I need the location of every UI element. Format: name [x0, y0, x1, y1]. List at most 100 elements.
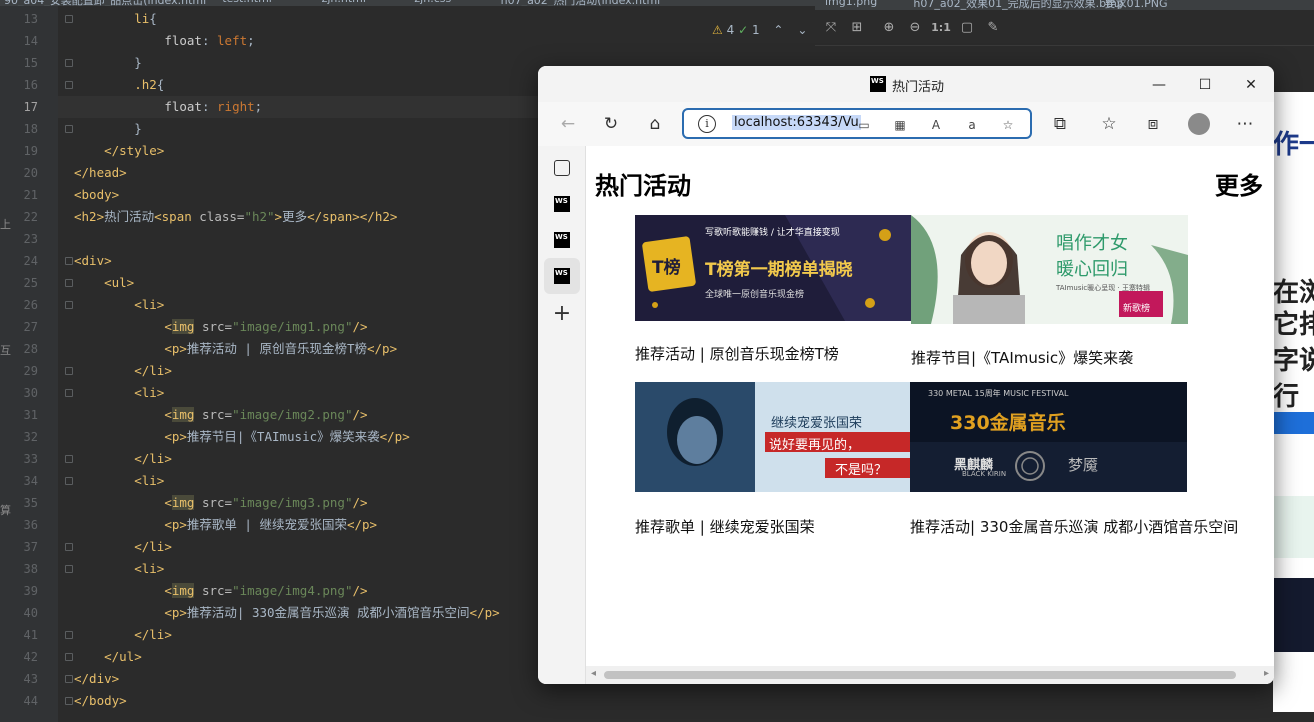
translate-icon[interactable]: a	[962, 115, 982, 135]
profile-avatar[interactable]	[1185, 110, 1213, 138]
code-line[interactable]: <img src="image/img3.png"/>	[74, 492, 368, 514]
fold-marker[interactable]	[65, 543, 73, 551]
line-number: 43	[23, 672, 38, 686]
extensions-icon[interactable]: ⧉	[1046, 110, 1074, 138]
banner-text: 说好要再见的，	[769, 438, 861, 453]
code-line[interactable]: <img src="image/img4.png"/>	[74, 580, 368, 602]
horizontal-scrollbar[interactable]: ◂ ▸	[586, 666, 1274, 684]
color-picker-icon[interactable]: ✎	[983, 18, 1003, 38]
code-line[interactable]: </li>	[74, 536, 172, 558]
code-line[interactable]: float: left;	[74, 30, 254, 52]
code-line[interactable]: }	[74, 118, 142, 140]
fold-marker[interactable]	[65, 477, 73, 485]
code-line[interactable]: <p>推荐活动 | 原创音乐现金榜T榜</p>	[74, 338, 397, 360]
favorites-icon[interactable]: ☆	[1095, 110, 1123, 138]
app-available-icon[interactable]: ▭	[854, 115, 874, 135]
chessboard-icon[interactable]: ▢	[957, 18, 977, 38]
fold-marker[interactable]	[65, 367, 73, 375]
code-line[interactable]: <p>推荐歌单 | 继续宠爱张国荣</p>	[74, 514, 377, 536]
actual-size-button[interactable]: 1:1	[931, 18, 951, 38]
fold-marker[interactable]	[65, 257, 73, 265]
zoom-out-icon[interactable]: ⊖	[905, 18, 925, 38]
browser-title-bar[interactable]: WS 热门活动 — ☐ ✕	[538, 66, 1274, 102]
viewer-tab[interactable]: img1.png	[825, 0, 877, 9]
info-icon[interactable]: i	[698, 115, 716, 133]
scrollbar-thumb[interactable]	[604, 671, 1236, 679]
next-highlight-button[interactable]: ⌄	[797, 23, 807, 37]
fold-marker[interactable]	[65, 59, 73, 67]
line-number: 25	[23, 276, 38, 290]
page-viewport: 热门活动 更多 T榜 写歌听歌能赚钱 / 让才华直接变现 T榜第一期榜单揭晓 全…	[586, 146, 1274, 684]
url-input[interactable]: localhost:63343/Vu	[732, 115, 861, 130]
scroll-right-icon[interactable]: ▸	[1264, 668, 1269, 679]
address-bar[interactable]: i localhost:63343/Vu ▭ ▦ A a ☆	[682, 108, 1032, 139]
code-line[interactable]: </ul>	[74, 646, 142, 668]
fold-marker[interactable]	[65, 301, 73, 309]
code-line[interactable]: </style>	[74, 140, 164, 162]
line-number: 19	[23, 144, 38, 158]
minimize-button[interactable]: —	[1136, 72, 1182, 98]
code-line[interactable]: <ul>	[74, 272, 134, 294]
more-link[interactable]: 更多	[1215, 166, 1263, 201]
code-line[interactable]: </li>	[74, 624, 172, 646]
fold-marker[interactable]	[65, 653, 73, 661]
fold-marker[interactable]	[65, 565, 73, 573]
scroll-left-icon[interactable]: ◂	[591, 668, 596, 679]
fold-marker[interactable]	[65, 81, 73, 89]
home-button[interactable]: ⌂	[641, 110, 669, 138]
code-line[interactable]: <img src="image/img2.png"/>	[74, 404, 368, 426]
viewer-tab[interactable]: 要求01.PNG	[1105, 0, 1168, 10]
new-tab-icon[interactable]: +	[552, 303, 572, 325]
code-line[interactable]: <li>	[74, 470, 164, 492]
webstorm-tab-icon[interactable]: WS	[554, 268, 570, 284]
back-button[interactable]: ←	[554, 110, 582, 138]
code-line[interactable]: </body>	[74, 690, 127, 712]
code-line[interactable]: .h2{	[74, 74, 164, 96]
collections-icon[interactable]: ⧈	[1139, 110, 1167, 138]
code-line[interactable]: <p>推荐活动| 330金属音乐巡演 成都小酒馆音乐空间</p>	[74, 602, 499, 624]
code-line[interactable]: <li>	[74, 294, 164, 316]
refresh-button[interactable]: ↻	[597, 110, 625, 138]
close-button[interactable]: ✕	[1228, 72, 1274, 98]
code-line[interactable]: <div>	[74, 250, 112, 272]
code-line[interactable]: float: right;	[74, 96, 262, 118]
qr-code-icon[interactable]: ▦	[890, 115, 910, 135]
code-line[interactable]: <p>推荐节目|《TAImusic》爆笑来袭</p>	[74, 426, 409, 448]
fold-marker[interactable]	[65, 15, 73, 23]
grid-icon[interactable]: ⊞	[847, 18, 867, 38]
line-number: 31	[23, 408, 38, 422]
code-line[interactable]: <h2>热门活动<span class="h2">更多</span></h2>	[74, 206, 397, 228]
add-favorite-icon[interactable]: ☆	[998, 115, 1018, 135]
read-aloud-icon[interactable]: A	[926, 115, 946, 135]
page-heading: 热门活动 更多	[595, 166, 1265, 201]
code-line[interactable]: <img src="image/img1.png"/>	[74, 316, 368, 338]
code-line[interactable]: </head>	[74, 162, 127, 184]
code-line[interactable]: </div>	[74, 668, 119, 690]
code-line[interactable]: <li>	[74, 382, 164, 404]
code-line[interactable]: <li>	[74, 558, 164, 580]
fit-screen-icon[interactable]: ⤧	[821, 18, 841, 38]
webstorm-tab-icon[interactable]: WS	[554, 196, 570, 212]
maximize-button[interactable]: ☐	[1182, 72, 1228, 98]
webstorm-tab-icon[interactable]: WS	[554, 232, 570, 248]
viewer-tab[interactable]: h07_a02_效果01_完成后的显示效果.bmp	[913, 0, 1123, 10]
tab-actions-icon[interactable]	[554, 160, 570, 176]
inspection-widget[interactable]: ⚠ 4 ✓ 1 ⌃ ⌄	[712, 23, 807, 37]
code-line[interactable]: li{	[74, 8, 157, 30]
prev-highlight-button[interactable]: ⌃	[773, 23, 783, 37]
fold-marker[interactable]	[65, 389, 73, 397]
code-line[interactable]: </li>	[74, 360, 172, 382]
fold-marker[interactable]	[65, 631, 73, 639]
more-menu-icon[interactable]: ⋯	[1231, 110, 1259, 138]
fold-marker[interactable]	[65, 125, 73, 133]
fold-marker[interactable]	[65, 697, 73, 705]
fold-marker[interactable]	[65, 455, 73, 463]
banner-text: T榜第一期榜单揭晓	[705, 260, 853, 280]
fold-marker[interactable]	[65, 675, 73, 683]
card-image: 唱作才女 暖心回归 TAImusic暖心呈现 · 王寨特辑 新歌榜	[911, 215, 1188, 324]
zoom-in-icon[interactable]: ⊕	[879, 18, 899, 38]
code-line[interactable]: }	[74, 52, 142, 74]
code-line[interactable]: <body>	[74, 184, 119, 206]
fold-marker[interactable]	[65, 279, 73, 287]
code-line[interactable]: </li>	[74, 448, 172, 470]
